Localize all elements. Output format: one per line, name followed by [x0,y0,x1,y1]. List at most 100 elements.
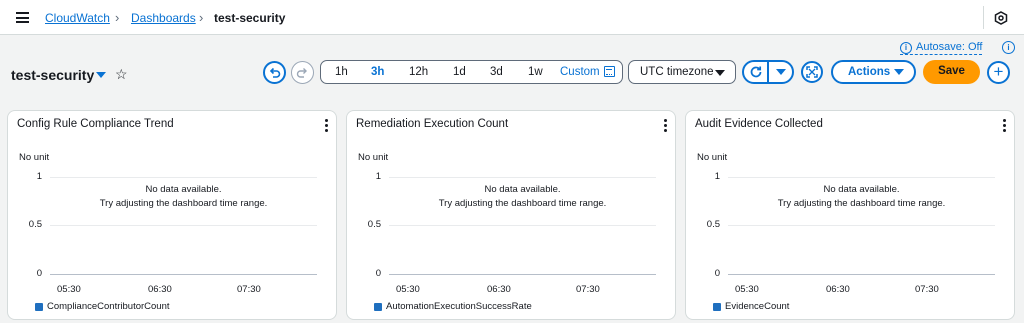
chevron-down-icon[interactable] [96,72,106,78]
no-data-hint: Try adjusting the dashboard time range. [99,198,268,209]
legend-swatch [713,302,721,311]
time-range-3d[interactable]: 3d [490,66,503,78]
no-data-message: No data available. Try adjusting the das… [728,183,995,211]
timezone-select[interactable]: UTC timezone [628,60,736,84]
x-axis-line [728,274,995,275]
no-data-hint: Try adjusting the dashboard time range. [777,198,946,209]
time-range-selector: 1h 3h 12h 1d 3d 1w Custom [320,60,623,84]
unit-label: No unit [697,152,728,163]
actions-dropdown-button[interactable]: Actions [831,60,916,84]
gridline [50,225,317,226]
y-tick-label: 0 [714,268,720,279]
more-options-icon[interactable] [1003,119,1007,134]
breadcrumb-separator-icon: › [115,10,120,25]
actions-label: Actions [848,66,891,78]
x-tick-label: 06:30 [487,284,511,295]
legend-label: AutomationExecutionSuccessRate [386,301,532,312]
widget-title: Audit Evidence Collected [695,118,823,130]
gridline [728,177,995,178]
refresh-options-chevron-icon[interactable] [776,69,786,75]
x-tick-label: 05:30 [57,284,81,295]
no-data-line: No data available. [145,184,222,195]
y-tick-label: 0 [36,268,42,279]
time-range-1h[interactable]: 1h [335,66,348,78]
timezone-value: UTC timezone [640,66,714,78]
widget-audit-evidence-collected: Audit Evidence Collected No unit 1 0.5 0… [685,110,1015,320]
gridline [50,177,317,178]
legend-label: EvidenceCount [725,301,790,312]
no-data-line: No data available. [484,184,561,195]
y-tick-label: 0.5 [367,219,381,230]
breadcrumb-dashboards[interactable]: Dashboards [131,11,196,25]
x-tick-label: 05:30 [396,284,420,295]
breadcrumb-cloudwatch[interactable]: CloudWatch [45,11,110,25]
x-tick-label: 06:30 [148,284,172,295]
no-data-line: No data available. [823,184,900,195]
breadcrumb-separator-icon: › [199,10,204,25]
no-data-message: No data available. Try adjusting the das… [50,183,317,211]
more-options-icon[interactable] [664,119,668,134]
x-tick-label: 07:30 [237,284,261,295]
divider [767,62,769,82]
x-axis-line [50,274,317,275]
divider [983,6,984,29]
time-range-3h[interactable]: 3h [371,66,384,78]
unit-label: No unit [19,152,50,163]
undo-icon [269,67,281,78]
expand-icon [806,66,818,78]
x-tick-label: 06:30 [826,284,850,295]
gridline [389,225,656,226]
breadcrumb-current: test-security [214,11,286,25]
no-data-message: No data available. Try adjusting the das… [389,183,656,211]
time-range-1w[interactable]: 1w [528,66,543,78]
info-icon: i [900,41,912,54]
legend-item[interactable]: EvidenceCount [713,301,789,312]
gridline [728,225,995,226]
favorite-star-icon[interactable]: ☆ [115,66,128,83]
widget-remediation-execution-count: Remediation Execution Count No unit 1 0.… [346,110,676,320]
x-tick-label: 07:30 [576,284,600,295]
page-title: test-security [11,67,95,83]
x-axis-line [389,274,656,275]
legend-item[interactable]: AutomationExecutionSuccessRate [374,301,532,312]
redo-icon [296,68,307,78]
x-tick-label: 07:30 [915,284,939,295]
time-range-1d[interactable]: 1d [453,66,466,78]
autosave-toggle[interactable]: i Autosave: Off [900,41,983,55]
legend-swatch [35,302,43,311]
time-range-12h[interactable]: 12h [409,66,428,78]
autosave-label: Autosave: Off [916,41,983,53]
y-tick-label: 1 [714,171,720,182]
widget-config-rule-compliance: Config Rule Compliance Trend No unit 1 0… [7,110,337,320]
widget-title: Config Rule Compliance Trend [17,118,174,130]
legend-item[interactable]: ComplianceContributorCount [35,301,170,312]
legend-label: ComplianceContributorCount [47,301,170,312]
refresh-icon[interactable] [749,65,763,79]
y-tick-label: 0.5 [706,219,720,230]
chevron-down-icon [715,70,725,76]
settings-hexagon-icon[interactable] [994,11,1008,25]
unit-label: No unit [358,152,389,163]
gridline [389,177,656,178]
no-data-hint: Try adjusting the dashboard time range. [438,198,607,209]
top-navigation-bar: CloudWatch › Dashboards › test-security [0,0,1024,35]
menu-icon[interactable] [16,12,29,23]
y-tick-label: 0 [375,268,381,279]
more-options-icon[interactable] [325,119,329,134]
time-range-custom[interactable]: Custom [560,66,600,78]
x-tick-label: 05:30 [735,284,759,295]
refresh-split-button [742,60,794,84]
widget-title: Remediation Execution Count [356,118,509,130]
chevron-down-icon [894,69,904,75]
legend-swatch [374,302,382,311]
calendar-icon[interactable] [604,66,615,77]
redo-button[interactable] [291,61,314,84]
y-tick-label: 1 [375,171,381,182]
add-widget-button[interactable]: + [987,61,1010,84]
y-tick-label: 1 [36,171,42,182]
info-icon[interactable]: i [1002,41,1015,54]
y-tick-label: 0.5 [28,219,42,230]
save-button[interactable]: Save [923,60,980,84]
fullscreen-button[interactable] [801,61,823,83]
undo-button[interactable] [263,61,286,84]
